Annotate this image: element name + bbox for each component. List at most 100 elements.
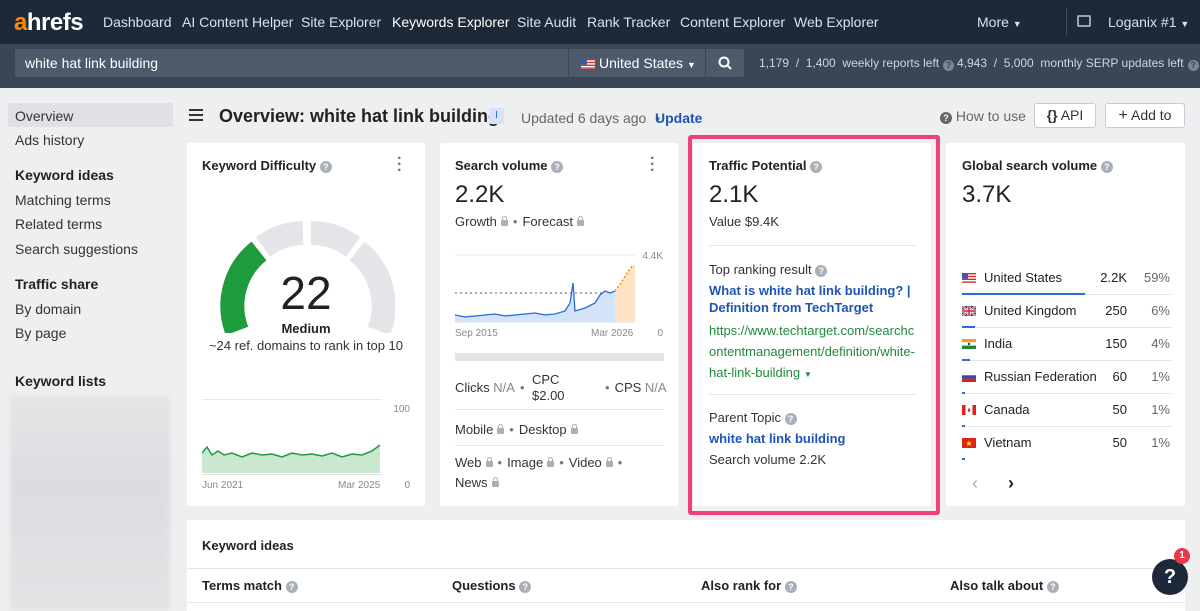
more-options-icon[interactable]: · · · [650, 151, 655, 179]
serp-label: monthly SERP updates left [1040, 56, 1184, 70]
intent-badge[interactable]: I [489, 108, 504, 124]
nav-more-label: More [977, 14, 1009, 30]
help-icon[interactable]: ? [519, 581, 532, 593]
updated-text: Updated 6 days ago [521, 110, 647, 126]
sv-chart-max: 4.4K [642, 251, 663, 262]
help-chat-button[interactable]: ? [1152, 559, 1188, 595]
sidebar-item-related-terms[interactable]: Related terms [15, 216, 102, 232]
country-label: United States [599, 55, 684, 71]
country-volume: 250 [1105, 303, 1127, 318]
us-flag-icon [962, 273, 976, 283]
kd-chart-min: 0 [404, 480, 410, 491]
cps-label: CPS [614, 380, 642, 395]
nav-rank-tracker[interactable]: Rank Tracker [587, 14, 670, 30]
logo-accent: a [14, 9, 27, 36]
country-volume: 50 [1112, 435, 1127, 450]
help-icon[interactable]: ? [285, 581, 298, 593]
help-icon[interactable]: ? [1046, 581, 1059, 593]
add-to-button[interactable]: + Add to [1105, 103, 1185, 128]
clicks-value: N/A [493, 380, 515, 395]
serp-used: 4,943 [957, 56, 988, 70]
help-icon[interactable]: ? [784, 581, 797, 593]
sidebar-item-by-page[interactable]: By page [15, 325, 66, 341]
nav-content-explorer[interactable]: Content Explorer [680, 14, 785, 30]
nav-web-explorer[interactable]: Web Explorer [794, 14, 879, 30]
divider [455, 409, 664, 410]
api-button[interactable]: {} API [1034, 103, 1096, 128]
nav-divider [1066, 8, 1067, 36]
country-volume: 60 [1112, 369, 1127, 384]
growth-label[interactable]: Growth [455, 214, 497, 229]
sidebar-heading-keyword-lists: Keyword lists [15, 373, 107, 389]
cpc-metric: CPC $2.00 [532, 372, 565, 404]
kd-title: Keyword Difficulty ? [202, 158, 332, 173]
help-icon[interactable]: ? [319, 161, 332, 173]
nav-keywords-explorer[interactable]: Keywords Explorer [392, 14, 510, 30]
canada-flag-icon [962, 405, 976, 415]
help-icon[interactable]: ? [1187, 60, 1199, 71]
vietnam-flag-icon [962, 438, 976, 448]
country-row[interactable]: Canada 50 1% [962, 394, 1172, 427]
help-icon[interactable]: ? [1100, 161, 1113, 173]
nav-site-explorer[interactable]: Site Explorer [301, 14, 381, 30]
country-share: 59% [1143, 270, 1170, 285]
country-row[interactable]: India 150 4% [962, 328, 1172, 361]
chevron-left-icon[interactable]: ‹ [972, 473, 978, 494]
caret-down-icon: ▼ [1012, 19, 1022, 29]
gauge-segment [255, 221, 304, 257]
nav-dashboard[interactable]: Dashboard [103, 14, 172, 30]
how-to-use-link[interactable]: ? How to use [940, 108, 1026, 124]
update-link[interactable]: Update [655, 110, 702, 126]
sidebar-item-by-domain[interactable]: By domain [15, 301, 81, 317]
api-label: API [1060, 107, 1084, 123]
lock-icon [500, 216, 508, 226]
cps-metric: • CPS N/A [600, 380, 667, 395]
nav-site-audit[interactable]: Site Audit [517, 14, 576, 30]
news-split: News [455, 475, 499, 490]
sidebar-item-ads-history[interactable]: Ads history [15, 132, 84, 148]
divider [455, 445, 664, 446]
monitor-icon[interactable] [1077, 15, 1091, 27]
country-name: Russian Federation [984, 369, 1097, 384]
caret-down-icon: ▼ [686, 60, 696, 70]
kd-x-end: Mar 2025 [338, 480, 381, 491]
forecast-label[interactable]: Forecast [522, 214, 573, 229]
account-menu[interactable]: Loganix #1 ▼ [1108, 14, 1189, 30]
tab-questions[interactable]: Questions ? [452, 578, 532, 593]
sv-history-chart [455, 254, 635, 323]
sidebar-item-overview[interactable]: Overview [15, 108, 73, 124]
divider [187, 602, 1185, 603]
blurred-keyword-lists [10, 395, 170, 611]
search-button[interactable] [706, 49, 744, 77]
ahrefs-logo[interactable]: ahrefs [14, 9, 84, 37]
country-select[interactable]: United States ▼ [569, 49, 705, 77]
tab-also-rank-for[interactable]: Also rank for ? [701, 578, 797, 593]
nav-ai-content-helper[interactable]: AI Content Helper [182, 14, 293, 30]
us-flag-icon [581, 59, 595, 69]
country-row[interactable]: Vietnam 50 1% [962, 427, 1172, 460]
chevron-right-icon[interactable]: › [1008, 473, 1014, 494]
top-navigation: ahrefs Dashboard AI Content Helper Site … [0, 0, 1200, 44]
tab-also-talk-about[interactable]: Also talk about ? [950, 578, 1059, 593]
kd-chart-max: 100 [393, 404, 410, 415]
separator-dot: • [519, 380, 525, 395]
menu-icon[interactable] [189, 109, 203, 121]
sidebar-item-matching-terms[interactable]: Matching terms [15, 192, 111, 208]
country-row[interactable]: United Kingdom 250 6% [962, 295, 1172, 328]
sv-range-scroller[interactable] [455, 353, 664, 361]
more-options-icon[interactable]: · · · [397, 151, 402, 179]
lock-icon [570, 424, 578, 434]
keyword-search-input[interactable]: white hat link building [15, 49, 568, 77]
help-icon[interactable]: ? [943, 60, 955, 71]
tab-terms-match[interactable]: Terms match ? [202, 578, 298, 593]
country-row[interactable]: Russian Federation 60 1% [962, 361, 1172, 394]
country-row[interactable]: United States 2.2K 59% [962, 262, 1172, 295]
russia-flag-icon [962, 372, 976, 382]
separator-dot: • [497, 455, 503, 470]
sidebar-item-search-suggestions[interactable]: Search suggestions [15, 241, 138, 257]
help-icon[interactable]: ? [551, 161, 564, 173]
nav-more[interactable]: More ▼ [977, 14, 1022, 30]
mobile-label: Mobile [455, 422, 494, 437]
tab-label: Questions [452, 578, 516, 593]
share-bar [962, 458, 965, 460]
